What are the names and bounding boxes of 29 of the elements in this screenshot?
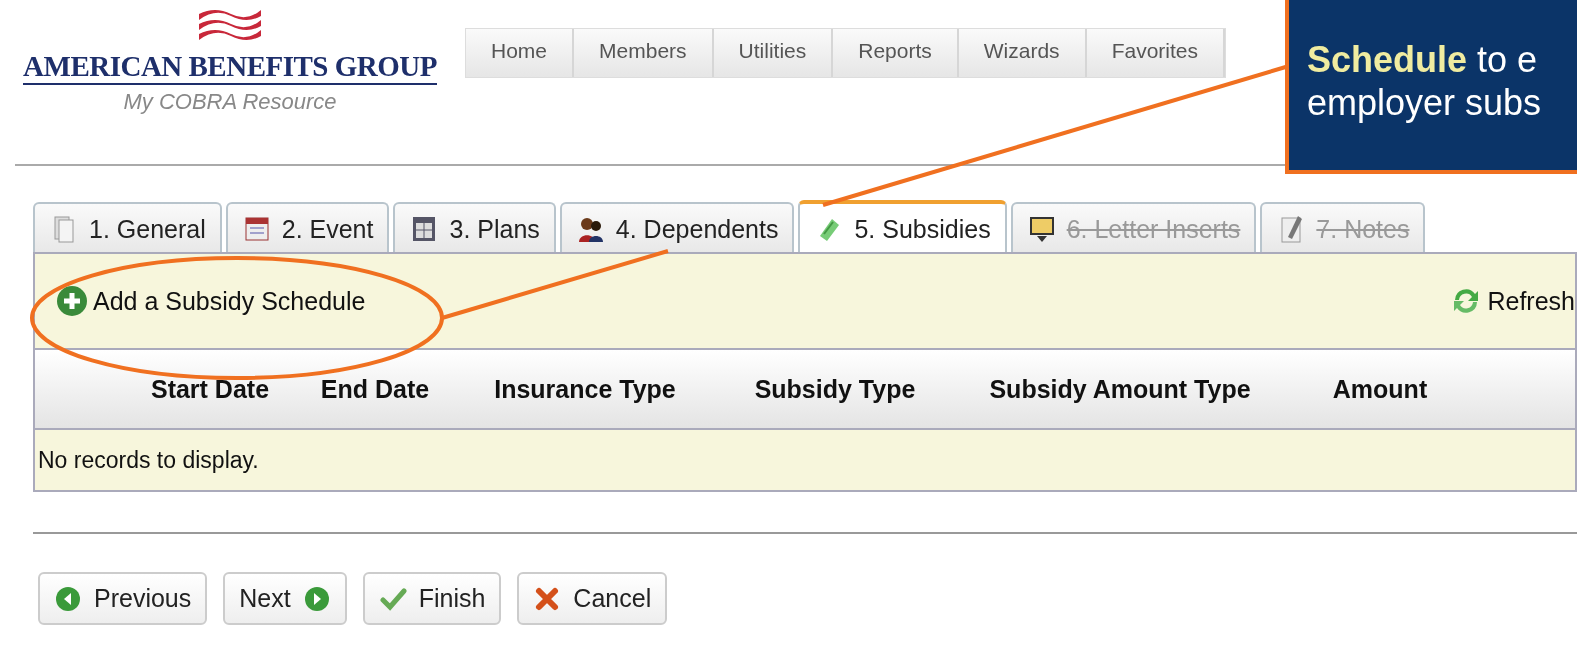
- column-header: End Date: [319, 374, 431, 404]
- wizard-tab[interactable]: 2. Event: [225, 202, 390, 252]
- nav-tab[interactable]: Wizards: [958, 29, 1087, 77]
- nav-tab[interactable]: Home: [466, 29, 575, 77]
- add-schedule-link[interactable]: Add a Subsidy Schedule: [55, 284, 366, 318]
- wizard-tab[interactable]: 5. Subsidies: [798, 200, 1007, 252]
- wizard-tab[interactable]: 3. Plans: [393, 202, 556, 252]
- refresh-link[interactable]: Refresh: [1449, 284, 1575, 318]
- wizard-button[interactable]: Next: [223, 572, 347, 625]
- empty-message: No records to display.: [37, 446, 259, 474]
- logo-name: AMERICAN BENEFITS GROUP: [23, 50, 437, 85]
- nav-tab[interactable]: Utilities: [713, 29, 834, 77]
- callout-text: employer subs: [1307, 81, 1543, 125]
- wizard-tab[interactable]: 1. General: [33, 202, 222, 252]
- wizard-tab[interactable]: 4. Dependents: [559, 202, 795, 252]
- callout-text: Schedule to e: [1307, 38, 1539, 82]
- plus-icon: [55, 284, 89, 318]
- wizard-button[interactable]: Previous: [38, 572, 208, 625]
- column-header: Subsidy Type: [753, 374, 917, 404]
- column-header: Start Date: [149, 374, 271, 404]
- logo-tagline: My COBRA Resource: [123, 89, 337, 115]
- nav-tab[interactable]: Members: [574, 29, 714, 77]
- column-header: Amount: [1331, 374, 1429, 404]
- nav-tab[interactable]: Reports: [833, 29, 959, 77]
- column-header: Insurance Type: [493, 374, 677, 404]
- nav-tab[interactable]: Favorites: [1086, 29, 1225, 77]
- column-header: Subsidy Amount Type: [988, 374, 1252, 404]
- wizard-button[interactable]: Cancel: [517, 572, 668, 625]
- wizard-button[interactable]: Finish: [362, 572, 502, 625]
